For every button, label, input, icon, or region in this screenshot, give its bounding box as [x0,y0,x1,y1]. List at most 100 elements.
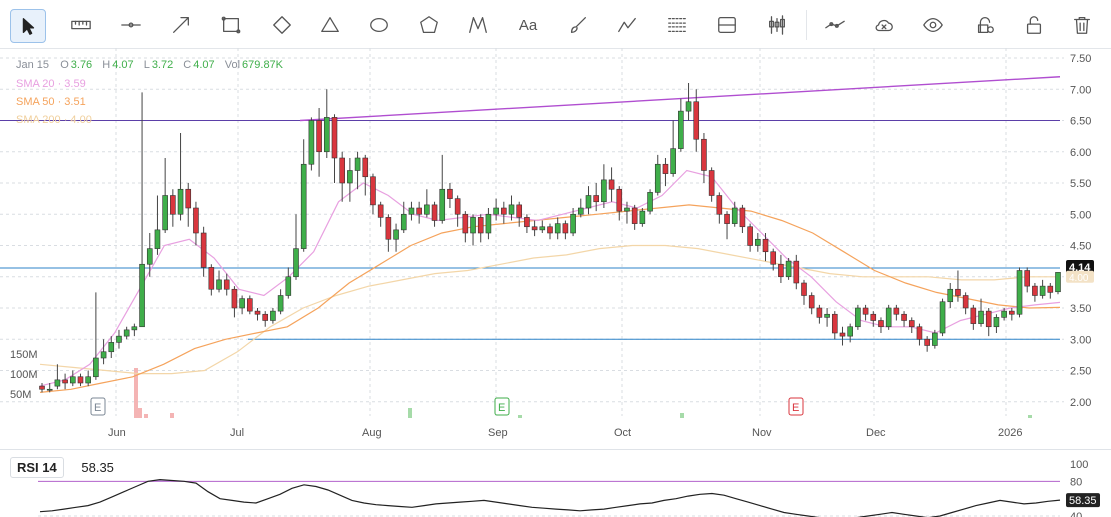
unlock-icon [1026,16,1042,34]
candle-body [708,170,715,196]
event-label: E [792,402,799,414]
earnings-event-marker[interactable]: E [90,397,106,416]
candle-body [154,229,161,249]
candle-body [985,310,992,328]
candle-body [562,223,569,234]
rectangle-tool[interactable] [214,9,248,41]
legend-sma50[interactable]: SMA 50 · 3.51 [16,96,86,108]
arrow-line-icon [173,17,189,33]
polygon-tool[interactable] [412,9,446,41]
candle-body [1009,310,1015,315]
candle-body [354,157,361,171]
candle-body [762,238,769,253]
candle-body [39,385,45,390]
trash-icon [1074,17,1090,34]
y-tick-label: 3.50 [1070,303,1091,315]
candle-body [46,388,53,391]
earnings-event-marker[interactable]: E [788,397,804,416]
candle-body [493,207,499,215]
rsi-chart[interactable]: 100 80 40 58.35 [0,450,1111,517]
text-tool[interactable]: Aa [511,9,545,41]
lock-settings-icon [977,17,994,33]
candle-body [678,110,684,149]
lock-drawings-tool[interactable] [968,9,1002,41]
ruler-icon [71,20,91,30]
candle-body [624,207,630,212]
candle-body [170,195,176,215]
candle-body [878,320,884,328]
long-short-position-tool[interactable] [710,9,744,41]
candle-body [670,148,676,174]
candle-body [585,195,592,209]
candle-body [1016,270,1023,315]
candle-body [847,326,853,337]
candle-body [577,207,584,215]
delete-drawings-x-tool[interactable] [867,9,901,41]
unlock-tool[interactable] [1017,9,1051,41]
candle-body [970,307,977,324]
show-drawings-tool[interactable] [818,9,852,41]
candle-body [293,248,299,278]
candle-body [770,251,777,265]
candle-body [924,338,930,346]
fib-icon [668,17,686,33]
path-icon [618,17,636,33]
candle-body [323,117,330,153]
candle-body [839,332,846,337]
candle-body [716,195,723,215]
rsi-title[interactable]: RSI 14 [10,457,64,478]
candle-body [816,307,823,318]
y-tick-label: 6.00 [1070,147,1091,159]
candle-body [1032,285,1038,296]
cursor-tool[interactable] [10,9,46,43]
trend-line-tool[interactable] [164,9,198,41]
measure-tool[interactable] [64,9,98,41]
candle-body [162,195,168,231]
brush-tool[interactable] [561,9,595,41]
triangle-tool[interactable] [313,9,347,41]
candle-body [424,204,430,215]
legend-sma200[interactable]: SMA 200 · 4.00 [16,114,92,126]
price-chart[interactable]: 7.50 7.00 6.50 6.00 5.50 5.00 4.50 4.00 3.50 3.00… [0,48,1111,448]
legend-date: Jan 15 [16,59,50,71]
candle-body [108,342,115,353]
delete-tool[interactable] [1065,9,1099,41]
x-tick-label: Nov [752,427,772,439]
legend-sma20[interactable]: SMA 20 · 3.59 [16,78,86,90]
candle-body [177,188,184,215]
earnings-event-marker[interactable]: E [494,397,510,416]
hide-drawings-tool[interactable] [916,9,950,41]
candle-body [62,379,68,384]
candle-body [470,217,476,234]
y-tick-label: 3.00 [1070,334,1091,346]
candle-body [377,204,384,218]
polygon-icon [420,16,438,33]
magnet-tool[interactable] [760,9,794,41]
candle-body [916,326,923,340]
text-icon: Aa [518,16,538,34]
candle-body [685,101,692,112]
brush-icon [570,17,586,33]
path-tool[interactable] [610,9,644,41]
candle-body [77,376,84,384]
volume-tick-label: 100M [10,369,38,381]
y-tick-label: 7.50 [1070,53,1091,65]
ellipse-tool[interactable] [362,9,396,41]
fib-retracement-tool[interactable] [660,9,694,41]
candle-body [908,320,915,328]
volume-bar [408,408,412,418]
legend-high-key: H [102,59,111,71]
rotated-rectangle-tool[interactable] [265,9,299,41]
candle-body [462,213,469,234]
xabcd-pattern-tool[interactable] [461,9,495,41]
candle-body [131,326,138,331]
line-visibility-icon [825,20,845,29]
candle-body [54,379,61,387]
horizontal-line-tool[interactable] [114,9,148,41]
candle-body [808,295,815,309]
candle-body [146,248,153,265]
candle-body [431,204,438,221]
y-tick-label: 4.50 [1070,241,1091,253]
x-tick-label: Sep [488,427,508,439]
candle-body [962,295,969,309]
